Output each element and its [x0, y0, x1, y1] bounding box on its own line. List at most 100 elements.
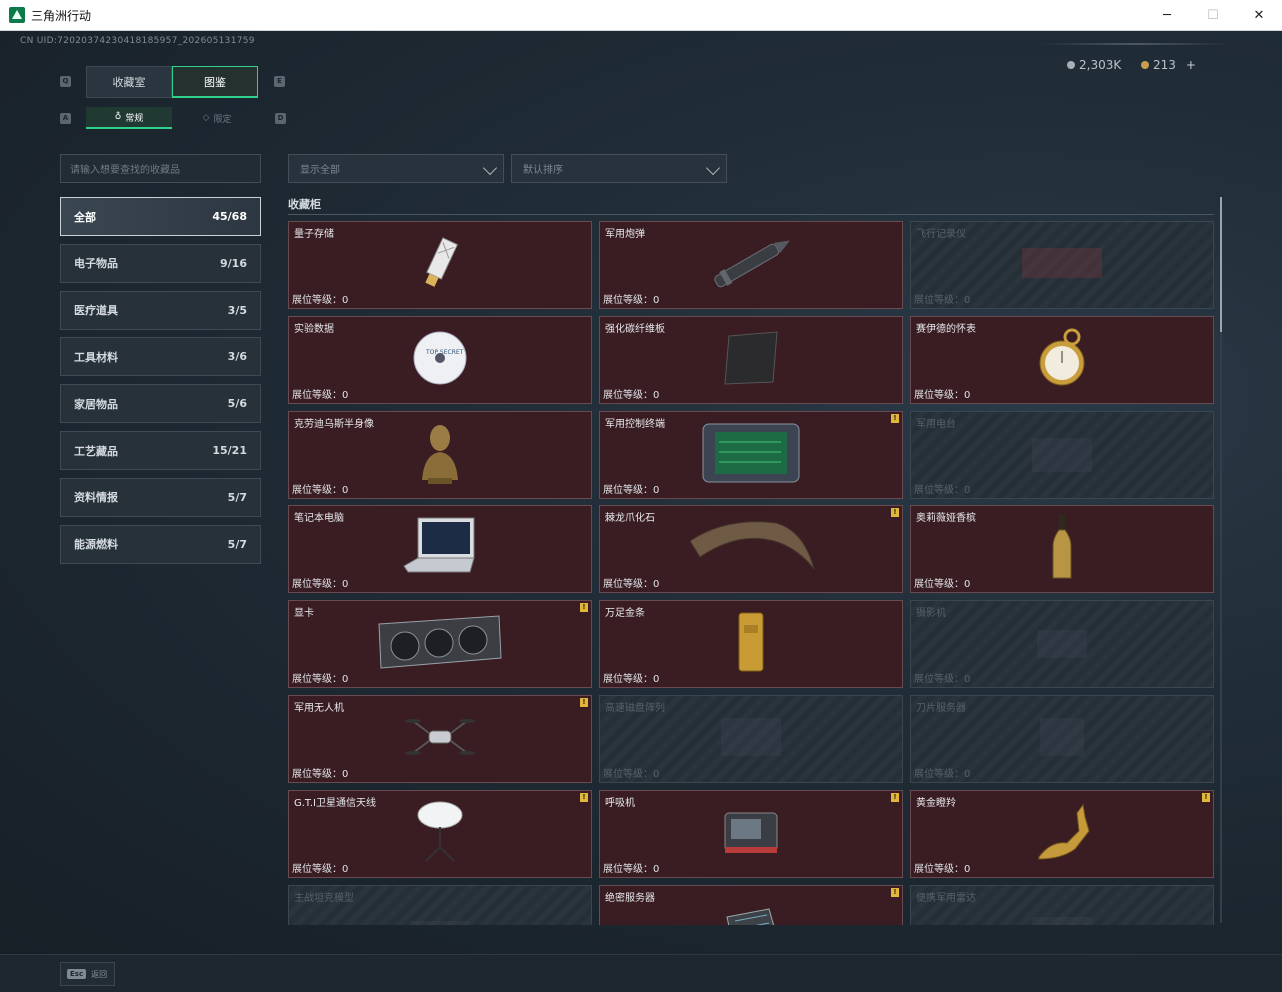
control-terminal-icon: [701, 422, 801, 488]
chevron-down-icon: [482, 160, 498, 176]
silver-currency: 2,303K: [1067, 58, 1121, 72]
display-filter-dropdown[interactable]: 显示全部: [288, 154, 504, 183]
collection-card[interactable]: 棘龙爪化石 展位等级：0!: [599, 505, 903, 594]
item-level: 展位等级：0: [292, 765, 348, 780]
item-name: 赛伊德的怀表: [916, 323, 976, 335]
category-label: 工具材料: [74, 350, 118, 364]
collection-card[interactable]: 赛伊德的怀表 展位等级：0: [910, 315, 1214, 404]
level-value: 0: [342, 674, 349, 686]
radio-icon: [1027, 428, 1097, 482]
category-item[interactable]: 家居物品 5/6: [60, 384, 261, 424]
pocket-watch-icon: [1032, 323, 1092, 397]
item-level: 展位等级：0: [603, 670, 659, 685]
gold-currency: 213 +: [1141, 58, 1196, 72]
alert-badge-icon: !: [580, 792, 588, 802]
tab-collection-room[interactable]: 收藏室: [86, 66, 172, 98]
tab-regular[interactable]: ♁ 常规: [86, 107, 172, 129]
collection-card[interactable]: 刀片服务器 展位等级：0: [910, 695, 1214, 783]
category-label: 资料情报: [74, 491, 118, 505]
category-label: 医疗道具: [74, 304, 118, 318]
collection-card[interactable]: 笔记本电脑 展位等级：0: [288, 505, 592, 594]
level-value: 0: [964, 295, 971, 306]
item-name: 量子存储: [294, 229, 334, 240]
ventilator-icon: [721, 807, 781, 861]
item-name: G.T.I卫星通信天线: [294, 797, 376, 809]
minimize-button[interactable]: ─: [1144, 0, 1190, 31]
search-input[interactable]: 请输入想要查找的收藏品: [60, 154, 261, 183]
collection-card[interactable]: 便携军用雷达展位等级：0: [910, 884, 1214, 925]
category-item[interactable]: 电子物品 9/16: [60, 243, 261, 283]
level-value: 0: [964, 863, 971, 875]
close-button[interactable]: ✕: [1236, 0, 1282, 31]
item-level: 展位等级：0: [914, 481, 970, 496]
gold-coin-icon: [1141, 61, 1149, 69]
category-label: 全部: [74, 210, 96, 224]
collection-card[interactable]: 量子存储 展位等级：0: [288, 221, 592, 309]
add-currency-button[interactable]: +: [1186, 58, 1196, 72]
disc-icon: TOP SECRET: [412, 330, 468, 390]
collection-card[interactable]: 黄金瞪羚 展位等级：0!: [910, 789, 1214, 878]
game-viewport: CN UID:72020374230418185957_202605131759…: [0, 31, 1282, 954]
level-value: 0: [653, 769, 660, 780]
collection-card[interactable]: 摄影机 展位等级：0: [910, 600, 1214, 689]
level-value: 0: [342, 769, 349, 780]
category-count: 5/7: [227, 490, 247, 504]
level-value: 0: [653, 484, 660, 496]
satellite-dish-icon: [412, 799, 468, 869]
maximize-button[interactable]: ☐: [1190, 0, 1236, 31]
collection-card[interactable]: 军用控制终端 展位等级：0!: [599, 410, 903, 499]
category-count: 5/7: [227, 537, 247, 551]
collection-card[interactable]: 实验数据 TOP SECRET 展位等级：0: [288, 315, 592, 404]
scrollbar-thumb[interactable]: [1220, 197, 1222, 332]
item-name: 克劳迪乌斯半身像: [294, 418, 374, 430]
level-value: 0: [342, 579, 349, 591]
category-item[interactable]: 工艺藏品 15/21: [60, 431, 261, 470]
item-name: 棘龙爪化石: [605, 513, 655, 525]
category-item[interactable]: 医疗道具 3/5: [60, 290, 261, 330]
item-name: 高速磁盘阵列: [605, 703, 665, 714]
collection-card[interactable]: 绝密服务器展位等级：0!: [599, 884, 903, 925]
collection-card[interactable]: 强化碳纤维板 展位等级：0: [599, 315, 903, 404]
collection-card[interactable]: 万足金条 展位等级：0: [599, 600, 903, 689]
level-label: 展位等级：: [603, 389, 653, 401]
collection-card[interactable]: 军用无人机 展位等级：0!: [288, 695, 592, 783]
level-label: 展位等级：: [292, 295, 342, 306]
collection-card[interactable]: 飞行记录仪 展位等级：0: [910, 221, 1214, 309]
tab-regular-label: 常规: [125, 113, 144, 124]
collection-card[interactable]: 主战坦克模型展位等级：0: [288, 884, 592, 925]
tab-limited[interactable]: ◇ 限定: [174, 107, 260, 129]
tab-codex[interactable]: 图鉴: [172, 66, 258, 98]
collection-card[interactable]: G.T.I卫星通信天线 展位等级：0!: [288, 789, 592, 878]
bottom-bar: Esc 返回: [0, 954, 1282, 992]
back-button[interactable]: Esc 返回: [60, 962, 115, 986]
category-item[interactable]: 能源燃料 5/7: [60, 524, 261, 564]
collection-card[interactable]: 显卡 展位等级：0!: [288, 600, 592, 689]
category-item[interactable]: 资料情报 5/7: [60, 477, 261, 517]
collection-card[interactable]: 克劳迪乌斯半身像 展位等级：0: [288, 410, 592, 499]
esc-key-icon: Esc: [67, 969, 87, 979]
alert-badge-icon: !: [891, 887, 899, 897]
collection-grid: 量子存储 展位等级：0 军用炮弹 展位等级：0 飞行记录仪 展位等级：0 实验数据 TOP S…: [288, 221, 1214, 925]
category-item[interactable]: 工具材料 3/6: [60, 337, 261, 377]
gold-amount: 213: [1153, 58, 1176, 72]
collection-card[interactable]: 奥莉薇娅香槟 展位等级：0: [910, 505, 1214, 594]
item-level: 展位等级：0: [292, 481, 348, 496]
level-label: 展位等级：: [914, 769, 964, 780]
item-level: 展位等级：0: [603, 765, 659, 780]
limited-icon: ◇: [202, 113, 210, 123]
collection-card[interactable]: 军用炮弹 展位等级：0: [599, 221, 903, 309]
level-value: 0: [653, 863, 660, 875]
level-value: 0: [964, 579, 971, 591]
category-item[interactable]: 全部 45/68: [60, 197, 261, 236]
svg-text:TOP SECRET: TOP SECRET: [425, 349, 464, 356]
alert-badge-icon: !: [580, 603, 588, 613]
category-count: 9/16: [220, 256, 247, 270]
collection-card[interactable]: 呼吸机 展位等级：0!: [599, 789, 903, 878]
item-level: 展位等级：0: [292, 670, 348, 685]
alert-badge-icon: !: [1202, 792, 1210, 802]
collection-card[interactable]: 军用电台 展位等级：0: [910, 410, 1214, 499]
level-label: 展位等级：: [603, 863, 653, 875]
sort-dropdown[interactable]: 默认排序: [511, 154, 727, 183]
collection-card[interactable]: 高速磁盘阵列展位等级：0: [599, 695, 903, 783]
back-label: 返回: [91, 969, 108, 979]
